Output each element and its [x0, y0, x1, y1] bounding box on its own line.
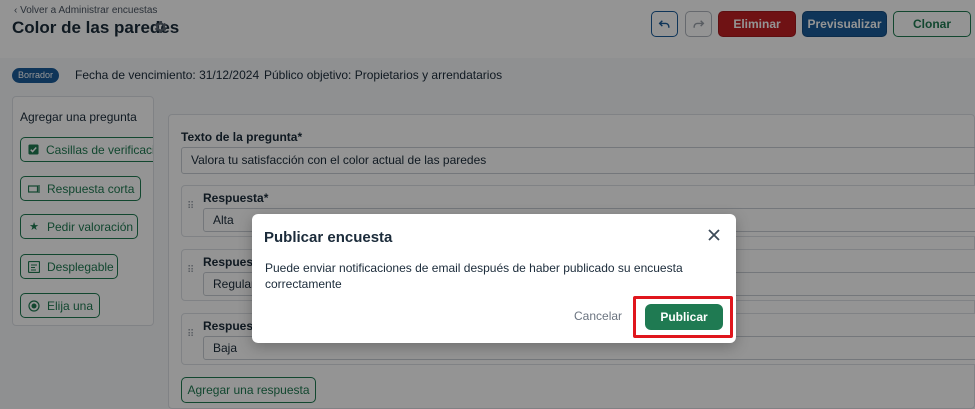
close-icon[interactable]: [707, 228, 721, 242]
dialog-message: Puede enviar notificaciones de email des…: [265, 261, 683, 291]
publish-survey-dialog: Publicar encuesta Puede enviar notificac…: [252, 214, 736, 343]
dialog-title: Publicar encuesta: [264, 229, 393, 246]
publish-button[interactable]: Publicar: [645, 304, 723, 330]
cancel-button[interactable]: Cancelar: [574, 309, 622, 323]
modal-backdrop[interactable]: [0, 0, 975, 409]
